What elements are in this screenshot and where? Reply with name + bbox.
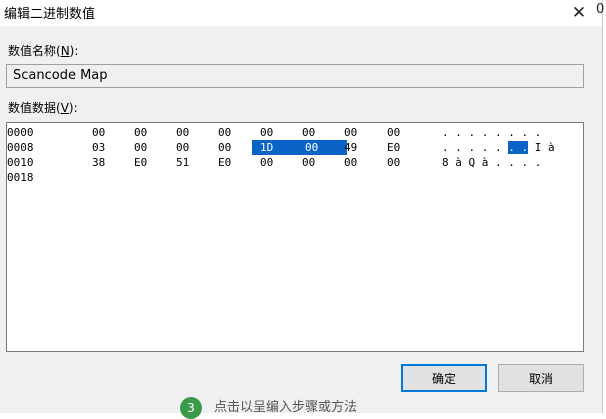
- ascii-text[interactable]: . . . . . . . I à: [442, 140, 555, 155]
- edit-binary-dialog: 编辑二进制数值 ✕ 数值名称(N): Scancode Map 数值数据(V):…: [0, 0, 603, 413]
- hex-byte-selected[interactable]: 1D: [252, 140, 305, 155]
- value-data-label: 数值数据(V):: [8, 101, 78, 115]
- hex-byte[interactable]: 00: [134, 140, 147, 155]
- hex-byte[interactable]: E0: [218, 155, 231, 170]
- hex-byte[interactable]: 38: [92, 155, 105, 170]
- hex-address: 0018: [7, 171, 34, 184]
- step-number-badge: 3: [180, 396, 202, 419]
- hex-byte[interactable]: 03: [92, 140, 105, 155]
- background-window-text: 0: [596, 2, 605, 17]
- hex-row: 0010 38 E0 51 E0 00 00 00 00 8 à Q à . .…: [7, 155, 583, 170]
- hex-byte[interactable]: 00: [387, 125, 400, 140]
- hex-address: 0000: [7, 126, 34, 139]
- ascii-text[interactable]: . . . . . . . .: [442, 125, 541, 140]
- hex-editor[interactable]: 0000 00 00 00 00 00 00 00 00 . . . . . .…: [6, 122, 584, 352]
- hex-byte[interactable]: 00: [344, 125, 357, 140]
- title-bar: 编辑二进制数值 ✕: [0, 0, 602, 26]
- hex-address: 0008: [7, 141, 34, 154]
- hex-byte[interactable]: 00: [344, 155, 357, 170]
- ascii-selected: . .: [508, 141, 529, 154]
- hex-address: 0010: [7, 156, 34, 169]
- hex-byte[interactable]: 00: [218, 140, 231, 155]
- close-icon: ✕: [571, 3, 587, 23]
- dialog-title: 编辑二进制数值: [4, 7, 96, 22]
- value-name-field[interactable]: Scancode Map: [6, 64, 584, 88]
- hex-byte[interactable]: E0: [387, 140, 400, 155]
- hex-byte-selected[interactable]: 00: [305, 140, 347, 155]
- hex-row: 0008 03 00 00 00 1D 00 49 E0 . . . . . .…: [7, 140, 583, 155]
- hex-byte[interactable]: 00: [260, 125, 273, 140]
- hex-byte[interactable]: 00: [176, 125, 189, 140]
- hex-byte[interactable]: 51: [176, 155, 189, 170]
- hex-byte[interactable]: 00: [218, 125, 231, 140]
- hex-byte[interactable]: 00: [260, 155, 273, 170]
- hex-byte[interactable]: 00: [176, 140, 189, 155]
- hex-byte[interactable]: 00: [302, 155, 315, 170]
- hex-byte[interactable]: 00: [387, 155, 400, 170]
- hex-byte[interactable]: 49: [344, 140, 357, 155]
- hex-byte[interactable]: 00: [92, 125, 105, 140]
- value-name-label: 数值名称(N):: [8, 44, 79, 58]
- ok-button[interactable]: 确定: [401, 364, 487, 392]
- ascii-text[interactable]: 8 à Q à . . . .: [442, 155, 541, 170]
- hex-row: 0018: [7, 170, 583, 185]
- hex-row: 0000 00 00 00 00 00 00 00 00 . . . . . .…: [7, 125, 583, 140]
- hex-byte[interactable]: 00: [302, 125, 315, 140]
- hex-byte[interactable]: 00: [134, 125, 147, 140]
- hex-byte[interactable]: E0: [134, 155, 147, 170]
- background-step-footer: 3 点击以呈编入步骤或方法: [180, 396, 480, 419]
- cancel-button[interactable]: 取消: [498, 364, 584, 392]
